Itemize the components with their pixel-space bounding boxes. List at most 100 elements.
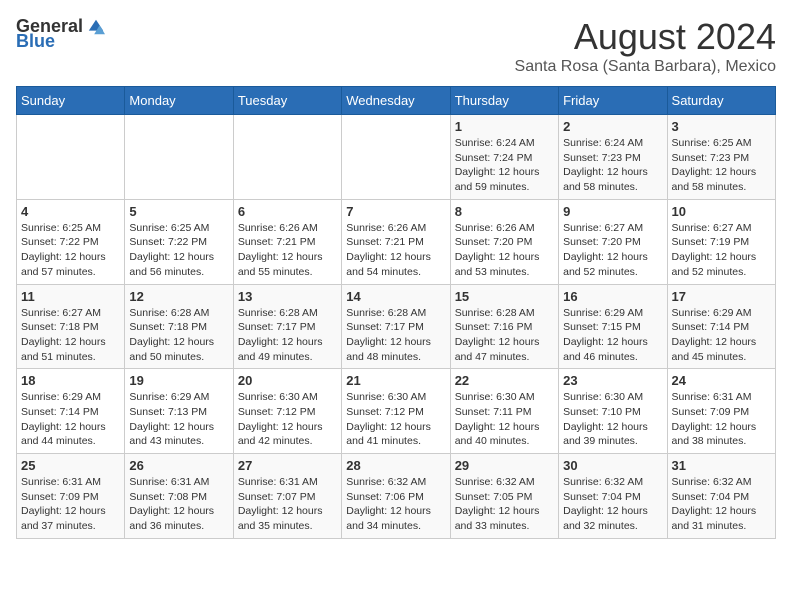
calendar-cell: 24 Sunrise: 6:31 AMSunset: 7:09 PMDayligh… [667,369,775,454]
day-info: Sunrise: 6:26 AMSunset: 7:20 PMDaylight:… [455,221,554,280]
calendar-cell: 7 Sunrise: 6:26 AMSunset: 7:21 PMDaylight… [342,199,450,284]
logo: General Blue [16,16,105,52]
day-info: Sunrise: 6:26 AMSunset: 7:21 PMDaylight:… [346,221,445,280]
calendar-cell: 21 Sunrise: 6:30 AMSunset: 7:12 PMDayligh… [342,369,450,454]
day-info: Sunrise: 6:31 AMSunset: 7:09 PMDaylight:… [21,475,120,534]
calendar-cell: 29 Sunrise: 6:32 AMSunset: 7:05 PMDayligh… [450,454,558,539]
title-block: August 2024 Santa Rosa (Santa Barbara), … [515,16,776,76]
calendar-header: SundayMondayTuesdayWednesdayThursdayFrid… [17,87,776,115]
day-number: 13 [238,289,337,304]
calendar-cell: 4 Sunrise: 6:25 AMSunset: 7:22 PMDaylight… [17,199,125,284]
day-info: Sunrise: 6:30 AMSunset: 7:12 PMDaylight:… [238,390,337,449]
calendar-week-1: 1 Sunrise: 6:24 AMSunset: 7:24 PMDaylight… [17,115,776,200]
day-info: Sunrise: 6:27 AMSunset: 7:18 PMDaylight:… [21,306,120,365]
day-info: Sunrise: 6:31 AMSunset: 7:08 PMDaylight:… [129,475,228,534]
day-number: 1 [455,119,554,134]
day-number: 15 [455,289,554,304]
calendar-week-4: 18 Sunrise: 6:29 AMSunset: 7:14 PMDayligh… [17,369,776,454]
calendar-cell: 26Sunrise: 6:31 AMSunset: 7:08 PMDayligh… [125,454,233,539]
day-number: 25 [21,458,120,473]
calendar-week-2: 4 Sunrise: 6:25 AMSunset: 7:22 PMDaylight… [17,199,776,284]
logo-icon [87,18,105,36]
calendar-week-3: 11 Sunrise: 6:27 AMSunset: 7:18 PMDayligh… [17,284,776,369]
day-info: Sunrise: 6:26 AMSunset: 7:21 PMDaylight:… [238,221,337,280]
day-number: 27 [238,458,337,473]
day-info: Sunrise: 6:32 AMSunset: 7:04 PMDaylight:… [672,475,771,534]
day-number: 4 [21,204,120,219]
day-header-tuesday: Tuesday [233,87,341,115]
day-number: 31 [672,458,771,473]
calendar-cell: 25 Sunrise: 6:31 AMSunset: 7:09 PMDayligh… [17,454,125,539]
day-number: 5 [129,204,228,219]
main-title: August 2024 [515,16,776,58]
day-header-thursday: Thursday [450,87,558,115]
day-info: Sunrise: 6:30 AMSunset: 7:11 PMDaylight:… [455,390,554,449]
day-number: 8 [455,204,554,219]
day-info: Sunrise: 6:29 AMSunset: 7:14 PMDaylight:… [21,390,120,449]
day-number: 6 [238,204,337,219]
day-number: 30 [563,458,662,473]
day-info: Sunrise: 6:27 AMSunset: 7:19 PMDaylight:… [672,221,771,280]
day-info: Sunrise: 6:31 AMSunset: 7:09 PMDaylight:… [672,390,771,449]
day-header-wednesday: Wednesday [342,87,450,115]
calendar-cell: 11 Sunrise: 6:27 AMSunset: 7:18 PMDayligh… [17,284,125,369]
calendar-cell: 10 Sunrise: 6:27 AMSunset: 7:19 PMDayligh… [667,199,775,284]
day-number: 12 [129,289,228,304]
day-number: 9 [563,204,662,219]
day-info: Sunrise: 6:28 AMSunset: 7:17 PMDaylight:… [238,306,337,365]
calendar-cell: 1 Sunrise: 6:24 AMSunset: 7:24 PMDaylight… [450,115,558,200]
day-info: Sunrise: 6:29 AMSunset: 7:13 PMDaylight:… [129,390,228,449]
day-info: Sunrise: 6:31 AMSunset: 7:07 PMDaylight:… [238,475,337,534]
day-number: 3 [672,119,771,134]
day-number: 28 [346,458,445,473]
day-number: 7 [346,204,445,219]
calendar-cell: 22 Sunrise: 6:30 AMSunset: 7:11 PMDayligh… [450,369,558,454]
calendar-cell: 9 Sunrise: 6:27 AMSunset: 7:20 PMDaylight… [559,199,667,284]
calendar-cell: 17 Sunrise: 6:29 AMSunset: 7:14 PMDayligh… [667,284,775,369]
day-number: 24 [672,373,771,388]
sub-title: Santa Rosa (Santa Barbara), Mexico [515,58,776,76]
day-number: 22 [455,373,554,388]
day-info: Sunrise: 6:28 AMSunset: 7:17 PMDaylight:… [346,306,445,365]
day-number: 2 [563,119,662,134]
calendar-cell [233,115,341,200]
day-info: Sunrise: 6:30 AMSunset: 7:12 PMDaylight:… [346,390,445,449]
day-number: 20 [238,373,337,388]
calendar-cell: 8 Sunrise: 6:26 AMSunset: 7:20 PMDaylight… [450,199,558,284]
day-number: 10 [672,204,771,219]
day-info: Sunrise: 6:25 AMSunset: 7:23 PMDaylight:… [672,136,771,195]
day-info: Sunrise: 6:29 AMSunset: 7:14 PMDaylight:… [672,306,771,365]
calendar-cell: 28 Sunrise: 6:32 AMSunset: 7:06 PMDayligh… [342,454,450,539]
calendar-cell: 6 Sunrise: 6:26 AMSunset: 7:21 PMDaylight… [233,199,341,284]
calendar-cell [342,115,450,200]
day-number: 21 [346,373,445,388]
calendar-cell: 30 Sunrise: 6:32 AMSunset: 7:04 PMDayligh… [559,454,667,539]
day-info: Sunrise: 6:32 AMSunset: 7:04 PMDaylight:… [563,475,662,534]
calendar-cell: 18 Sunrise: 6:29 AMSunset: 7:14 PMDayligh… [17,369,125,454]
day-number: 14 [346,289,445,304]
calendar-cell: 31 Sunrise: 6:32 AMSunset: 7:04 PMDayligh… [667,454,775,539]
day-info: Sunrise: 6:29 AMSunset: 7:15 PMDaylight:… [563,306,662,365]
day-number: 29 [455,458,554,473]
day-info: Sunrise: 6:28 AMSunset: 7:16 PMDaylight:… [455,306,554,365]
calendar-cell: 12Sunrise: 6:28 AMSunset: 7:18 PMDayligh… [125,284,233,369]
calendar-cell: 13 Sunrise: 6:28 AMSunset: 7:17 PMDayligh… [233,284,341,369]
day-info: Sunrise: 6:24 AMSunset: 7:24 PMDaylight:… [455,136,554,195]
calendar-week-5: 25 Sunrise: 6:31 AMSunset: 7:09 PMDayligh… [17,454,776,539]
day-number: 18 [21,373,120,388]
day-number: 11 [21,289,120,304]
day-info: Sunrise: 6:25 AMSunset: 7:22 PMDaylight:… [21,221,120,280]
day-info: Sunrise: 6:32 AMSunset: 7:05 PMDaylight:… [455,475,554,534]
day-header-friday: Friday [559,87,667,115]
day-header-monday: Monday [125,87,233,115]
calendar-cell [125,115,233,200]
calendar-cell: 3 Sunrise: 6:25 AMSunset: 7:23 PMDaylight… [667,115,775,200]
day-info: Sunrise: 6:27 AMSunset: 7:20 PMDaylight:… [563,221,662,280]
calendar-cell: 5 Sunrise: 6:25 AMSunset: 7:22 PMDaylight… [125,199,233,284]
day-info: Sunrise: 6:32 AMSunset: 7:06 PMDaylight:… [346,475,445,534]
calendar-cell: 27 Sunrise: 6:31 AMSunset: 7:07 PMDayligh… [233,454,341,539]
calendar-cell: 23Sunrise: 6:30 AMSunset: 7:10 PMDayligh… [559,369,667,454]
day-info: Sunrise: 6:25 AMSunset: 7:22 PMDaylight:… [129,221,228,280]
day-number: 17 [672,289,771,304]
calendar-cell: 19Sunrise: 6:29 AMSunset: 7:13 PMDayligh… [125,369,233,454]
